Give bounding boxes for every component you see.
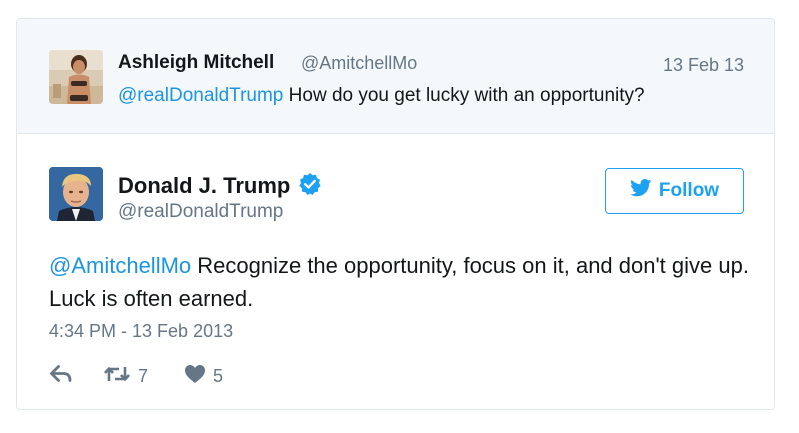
parent-tweet-date[interactable]: 13 Feb 13 <box>663 55 744 76</box>
author-avatar[interactable] <box>49 167 103 221</box>
heart-icon <box>184 364 206 389</box>
retweet-icon <box>103 364 131 389</box>
tweet-mention-link[interactable]: @AmitchellMo <box>49 253 191 278</box>
tweet-text: @AmitchellMo Recognize the opportunity, … <box>49 249 749 315</box>
retweet-button[interactable]: 7 <box>103 364 148 389</box>
parent-author-name[interactable]: Ashleigh Mitchell <box>118 52 274 74</box>
follow-button-label: Follow <box>658 180 720 201</box>
author-handle[interactable]: @realDonaldTrump <box>118 201 283 223</box>
author-avatar-image <box>49 167 103 221</box>
parent-tweet-text: @realDonaldTrump How do you get lucky wi… <box>118 85 645 107</box>
parent-mention-link[interactable]: @realDonaldTrump <box>118 85 283 106</box>
embedded-tweet-card: Ashleigh Mitchell @AmitchellMo 13 Feb 13… <box>16 18 775 410</box>
follow-button[interactable]: Follow <box>605 168 744 214</box>
like-button[interactable]: 5 <box>184 364 223 389</box>
verified-badge-icon <box>298 172 322 202</box>
parent-tweet-body: How do you get lucky with an opportunity… <box>283 85 645 106</box>
tweet-timestamp[interactable]: 4:34 PM - 13 Feb 2013 <box>49 321 233 342</box>
twitter-bird-icon <box>630 179 652 203</box>
author-name[interactable]: Donald J. Trump <box>118 172 322 202</box>
retweet-count: 7 <box>138 365 149 386</box>
parent-avatar-image <box>49 50 103 104</box>
reply-arrow-icon <box>49 364 73 388</box>
reply-button[interactable] <box>49 364 73 388</box>
tweet-actions: 7 5 <box>49 364 223 388</box>
parent-author-avatar[interactable] <box>49 50 103 104</box>
parent-tweet[interactable]: Ashleigh Mitchell @AmitchellMo 13 Feb 13… <box>17 19 774 134</box>
parent-author-handle[interactable]: @AmitchellMo <box>301 53 417 74</box>
like-count: 5 <box>213 365 224 386</box>
author-name-text: Donald J. Trump <box>118 173 291 198</box>
